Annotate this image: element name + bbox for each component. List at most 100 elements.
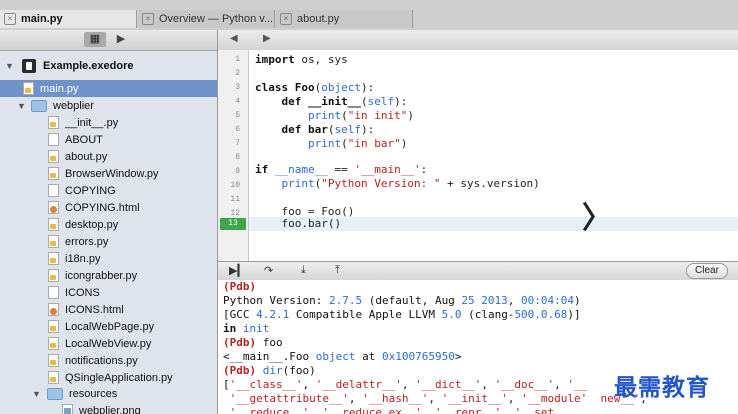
sidebar-toolbar: ▦ ▶ <box>0 30 217 51</box>
code-line-3: class Foo(object): <box>255 81 375 94</box>
folder-view-icon[interactable]: ▦ <box>84 32 106 47</box>
step-into-icon[interactable]: ⤓ <box>301 264 306 277</box>
back-arrow-icon[interactable]: ◀ <box>230 33 238 44</box>
disclosure-triangle-icon[interactable]: ▼ <box>17 101 26 111</box>
code-editor[interactable]: 1 2 3 4 5 6 7 8 9 10 11 12 13 import os, sys class F… <box>218 50 738 261</box>
sidebar-item-webplier-png[interactable]: webplier.png <box>0 402 217 414</box>
sidebar-file-item[interactable]: COPYING <box>0 182 217 199</box>
sidebar-file-item[interactable]: about.py <box>0 148 217 165</box>
line-number[interactable]: 10 <box>218 181 240 190</box>
code-line-10: print("Python Version: " + sys.version) <box>281 177 540 190</box>
code-line-13: foo.bar() <box>255 217 342 230</box>
file-name: errors.py <box>65 235 109 248</box>
line-number[interactable]: 7 <box>218 139 240 148</box>
console-line: ['__class__', '__delattr__', '__dict__',… <box>223 378 588 391</box>
tab-main-py[interactable]: × main.py <box>0 10 137 28</box>
python-file-icon <box>48 150 59 163</box>
disclosure-triangle-icon[interactable]: ▼ <box>5 61 14 71</box>
console-line: (Pdb) <box>223 280 257 293</box>
python-file-icon <box>48 167 59 180</box>
sidebar-file-item[interactable]: desktop.py <box>0 216 217 233</box>
sidebar-file-item[interactable]: notifications.py <box>0 352 217 369</box>
folder-name: resources <box>69 387 118 400</box>
debugger-toolbar: ▶▎ ↷ ⤓ ⤒ Clear <box>218 261 738 281</box>
sidebar-item-main-py[interactable]: main.py <box>0 80 217 97</box>
console-line: in init <box>223 322 270 335</box>
line-number[interactable]: 4 <box>218 97 240 106</box>
tab-about-py[interactable]: × about.py <box>276 10 413 28</box>
line-number[interactable]: 2 <box>218 69 240 78</box>
project-sidebar: ▦ ▶ ▼ Example.exedore main.py ▼ webplier… <box>0 30 218 414</box>
folder-icon <box>47 387 63 400</box>
sidebar-folder-webplier[interactable]: ▼ webplier <box>0 97 217 114</box>
line-number[interactable]: 9 <box>218 167 240 176</box>
line-number[interactable]: 1 <box>218 55 240 64</box>
tag-view-icon[interactable]: ▶ <box>110 32 132 47</box>
line-number[interactable]: 5 <box>218 111 240 120</box>
html-file-icon <box>48 201 59 214</box>
python-file-icon <box>23 82 34 95</box>
sidebar-file-item[interactable]: ICONS.html <box>0 301 217 318</box>
console-line: (Pdb) foo <box>223 336 283 349</box>
python-file-icon <box>48 371 59 384</box>
tab-label: main.py <box>21 13 63 25</box>
python-file-icon <box>48 320 59 333</box>
file-name: webplier.png <box>79 404 141 414</box>
step-out-icon[interactable]: ⤒ <box>335 264 340 277</box>
line-number[interactable]: 3 <box>218 83 240 92</box>
line-number[interactable]: 6 <box>218 125 240 134</box>
file-name: about.py <box>65 150 108 163</box>
clear-button[interactable]: Clear <box>686 263 728 279</box>
image-file-icon <box>62 404 73 414</box>
watermark-logo: 最需教育 <box>614 374 710 401</box>
sidebar-file-item[interactable]: ICONS <box>0 284 217 301</box>
file-name: icongrabber.py <box>65 269 138 282</box>
project-root[interactable]: ▼ Example.exedore <box>0 57 217 74</box>
tab-overview[interactable]: × Overview — Python v... <box>138 10 275 28</box>
line-number[interactable]: 11 <box>218 195 240 204</box>
code-line-1: import os, sys <box>255 53 348 66</box>
python-file-icon <box>48 354 59 367</box>
file-name: desktop.py <box>65 218 119 231</box>
sidebar-folder-resources[interactable]: ▼ resources <box>0 385 217 402</box>
project-icon <box>22 58 36 73</box>
text-file-icon <box>48 184 59 197</box>
console-line: Python Version: 2.7.5 (default, Aug 25 2… <box>223 294 581 307</box>
sidebar-file-item[interactable]: __init__.py <box>0 114 217 131</box>
current-line-marker[interactable]: 13 <box>220 218 246 230</box>
code-line-9: if __name__ == '__main__': <box>255 163 428 176</box>
sidebar-file-item[interactable]: BrowserWindow.py <box>0 165 217 182</box>
python-file-icon <box>48 252 59 265</box>
sidebar-file-item[interactable]: COPYING.html <box>0 199 217 216</box>
step-over-icon[interactable]: ↷ <box>264 264 273 277</box>
line-number-gutter[interactable]: 1 2 3 4 5 6 7 8 9 10 11 12 13 <box>218 50 249 261</box>
forward-arrow-icon[interactable]: ▶ <box>263 33 271 44</box>
continue-icon[interactable]: ▶▎ <box>229 264 246 277</box>
tab-bar: × main.py × Overview — Python v... × abo… <box>0 0 738 31</box>
file-name: COPYING.html <box>65 201 140 214</box>
close-icon[interactable]: × <box>4 13 16 25</box>
editor-navigation-bar: ◀ ▶ <box>218 30 738 51</box>
file-name: ICONS.html <box>65 303 124 316</box>
disclosure-triangle-icon[interactable]: ▼ <box>32 389 41 399</box>
sidebar-file-item[interactable]: errors.py <box>0 233 217 250</box>
line-number[interactable]: 8 <box>218 153 240 162</box>
python-file-icon <box>48 218 59 231</box>
sidebar-file-item[interactable]: LocalWebPage.py <box>0 318 217 335</box>
sidebar-file-item[interactable]: ABOUT <box>0 131 217 148</box>
file-name: ABOUT <box>65 133 103 146</box>
close-icon[interactable]: × <box>142 13 154 25</box>
code-line-7: print("in bar") <box>307 137 408 150</box>
file-name: COPYING <box>65 184 116 197</box>
close-icon[interactable]: × <box>280 13 292 25</box>
sidebar-file-item[interactable]: QSingleApplication.py <box>0 369 217 386</box>
tab-label: Overview — Python v... <box>159 13 274 25</box>
file-name: LocalWebView.py <box>65 337 152 350</box>
console-line: <__main__.Foo object at 0x100765950> <box>223 350 462 363</box>
sidebar-file-item[interactable]: LocalWebView.py <box>0 335 217 352</box>
sidebar-file-item[interactable]: icongrabber.py <box>0 267 217 284</box>
sidebar-file-item[interactable]: i18n.py <box>0 250 217 267</box>
folder-icon <box>31 99 47 112</box>
line-number[interactable]: 12 <box>218 209 240 218</box>
file-name: notifications.py <box>65 354 138 367</box>
